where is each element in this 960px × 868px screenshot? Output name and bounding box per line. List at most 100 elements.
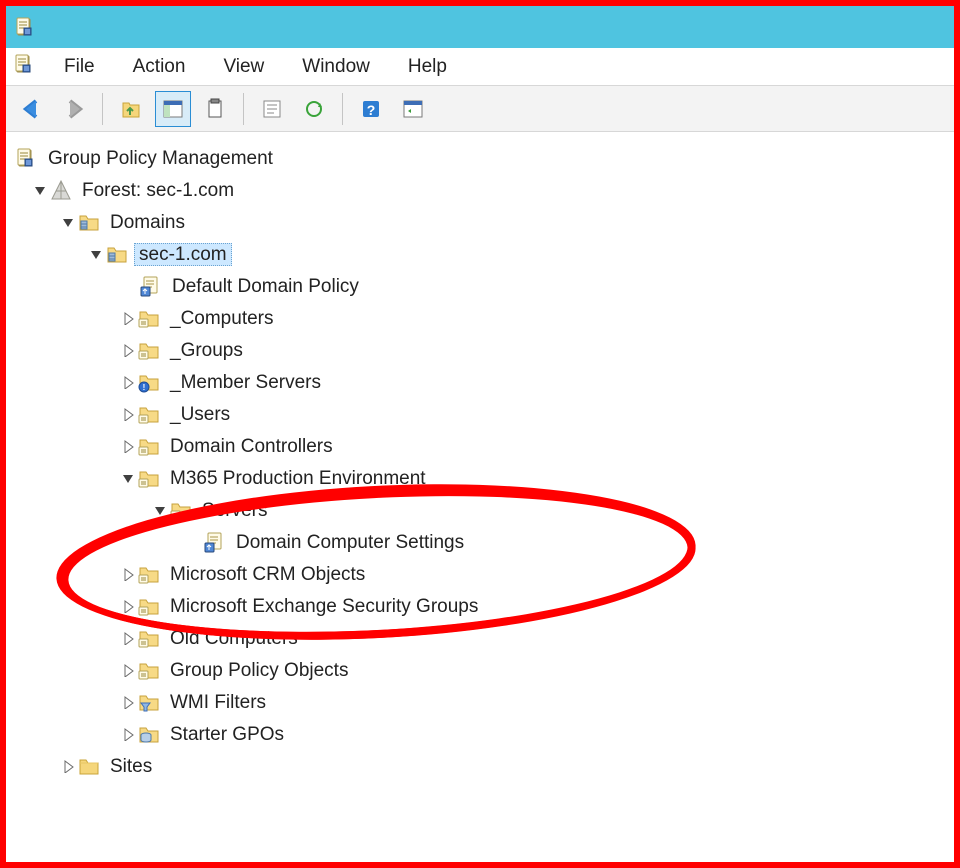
expander-closed-icon[interactable] <box>120 630 136 646</box>
tree-label: Microsoft CRM Objects <box>166 564 369 585</box>
sites-folder-icon <box>78 755 100 777</box>
ou-icon <box>138 595 160 617</box>
window: File Action View Window Help Group Polic… <box>0 0 960 868</box>
tree-label: _Computers <box>166 308 278 329</box>
gpmc-icon <box>16 147 38 169</box>
help-button[interactable] <box>353 91 389 127</box>
ou-icon <box>138 307 160 329</box>
expander-open-icon[interactable] <box>32 182 48 198</box>
ou-icon <box>138 339 160 361</box>
tree-node-default-domain-policy[interactable]: Default Domain Policy <box>12 270 950 302</box>
expander-open-icon[interactable] <box>120 470 136 486</box>
tree-label: M365 Production Environment <box>166 468 430 489</box>
expander-open-icon[interactable] <box>88 246 104 262</box>
tree-node-member-servers[interactable]: _Member Servers <box>12 366 950 398</box>
showhide-tree-button[interactable] <box>155 91 191 127</box>
toolbar <box>6 86 954 132</box>
tree-label: Group Policy Objects <box>166 660 352 681</box>
tree-node-ms-exchange[interactable]: Microsoft Exchange Security Groups <box>12 590 950 622</box>
menu-window[interactable]: Window <box>284 52 388 82</box>
tree-node-starter-gpos[interactable]: Starter GPOs <box>12 718 950 750</box>
tree-node-root[interactable]: Group Policy Management <box>12 142 950 174</box>
menu-help[interactable]: Help <box>390 52 465 82</box>
expander-closed-icon[interactable] <box>120 566 136 582</box>
expander-closed-icon[interactable] <box>120 406 136 422</box>
ou-icon <box>170 499 192 521</box>
tree-label: Domain Computer Settings <box>232 532 468 553</box>
tree-node-computers[interactable]: _Computers <box>12 302 950 334</box>
tree-label: Default Domain Policy <box>168 276 363 297</box>
expander-closed-icon[interactable] <box>120 342 136 358</box>
tree-node-m365-env[interactable]: M365 Production Environment <box>12 462 950 494</box>
tree-label: _Users <box>166 404 234 425</box>
domain-icon <box>106 243 128 265</box>
expander-closed-icon[interactable] <box>120 438 136 454</box>
domains-folder-icon <box>78 211 100 233</box>
expander-closed-icon[interactable] <box>120 726 136 742</box>
menu-app-icon <box>14 53 36 81</box>
menu-view[interactable]: View <box>205 52 282 82</box>
expander-closed-icon[interactable] <box>60 758 76 774</box>
menubar: File Action View Window Help <box>6 48 954 86</box>
gpo-link-icon <box>204 531 226 553</box>
tree-node-sites[interactable]: Sites <box>12 750 950 782</box>
expander-closed-icon[interactable] <box>120 598 136 614</box>
tree-node-ms-crm[interactable]: Microsoft CRM Objects <box>12 558 950 590</box>
tree-node-gpo[interactable]: Group Policy Objects <box>12 654 950 686</box>
tree-label: Servers <box>198 500 271 521</box>
clipboard-button[interactable] <box>197 91 233 127</box>
titlebar <box>6 6 954 48</box>
toolbar-separator <box>243 93 244 125</box>
tree-label: WMI Filters <box>166 692 270 713</box>
tree-label: Domain Controllers <box>166 436 337 457</box>
toolbar-separator <box>102 93 103 125</box>
tree-node-domain[interactable]: sec-1.com <box>12 238 950 270</box>
forward-button[interactable] <box>56 91 92 127</box>
expander-closed-icon[interactable] <box>120 310 136 326</box>
tree-node-forest[interactable]: Forest: sec-1.com <box>12 174 950 206</box>
tree: Group Policy Management Forest: sec-1.co… <box>6 132 954 782</box>
gpo-link-icon <box>140 275 162 297</box>
tree-node-groups[interactable]: _Groups <box>12 334 950 366</box>
expander-closed-icon[interactable] <box>120 662 136 678</box>
tree-node-domain-controllers[interactable]: Domain Controllers <box>12 430 950 462</box>
tree-label: Forest: sec-1.com <box>78 180 238 201</box>
expander-closed-icon[interactable] <box>120 694 136 710</box>
back-button[interactable] <box>14 91 50 127</box>
showhide-action-pane-button[interactable] <box>395 91 431 127</box>
gpo-folder-icon <box>138 659 160 681</box>
expander-open-icon[interactable] <box>60 214 76 230</box>
tree-node-domains[interactable]: Domains <box>12 206 950 238</box>
tree-label: Old Computers <box>166 628 302 649</box>
tree-label: Domains <box>106 212 189 233</box>
starter-gpo-icon <box>138 723 160 745</box>
tree-label-selected: sec-1.com <box>134 243 232 266</box>
tree-node-wmi[interactable]: WMI Filters <box>12 686 950 718</box>
tree-node-old-computers[interactable]: Old Computers <box>12 622 950 654</box>
ou-icon <box>138 563 160 585</box>
menu-file[interactable]: File <box>46 52 113 82</box>
tree-label: _Groups <box>166 340 247 361</box>
up-button[interactable] <box>113 91 149 127</box>
tree-node-servers[interactable]: Servers <box>12 494 950 526</box>
ou-icon <box>138 435 160 457</box>
ou-icon <box>138 403 160 425</box>
ou-badge-icon <box>138 371 160 393</box>
tree-label: Starter GPOs <box>166 724 288 745</box>
tree-node-domain-computer-settings[interactable]: Domain Computer Settings <box>12 526 950 558</box>
expander-closed-icon[interactable] <box>120 374 136 390</box>
refresh-button[interactable] <box>296 91 332 127</box>
toolbar-separator <box>342 93 343 125</box>
tree-node-users[interactable]: _Users <box>12 398 950 430</box>
tree-label: _Member Servers <box>166 372 325 393</box>
ou-icon <box>138 467 160 489</box>
app-icon <box>14 15 38 39</box>
tree-label: Group Policy Management <box>44 148 277 169</box>
expander-open-icon[interactable] <box>152 502 168 518</box>
properties-button[interactable] <box>254 91 290 127</box>
menu-action[interactable]: Action <box>115 52 204 82</box>
ou-icon <box>138 627 160 649</box>
wmi-filter-icon <box>138 691 160 713</box>
forest-icon <box>50 179 72 201</box>
tree-label: Microsoft Exchange Security Groups <box>166 596 482 617</box>
